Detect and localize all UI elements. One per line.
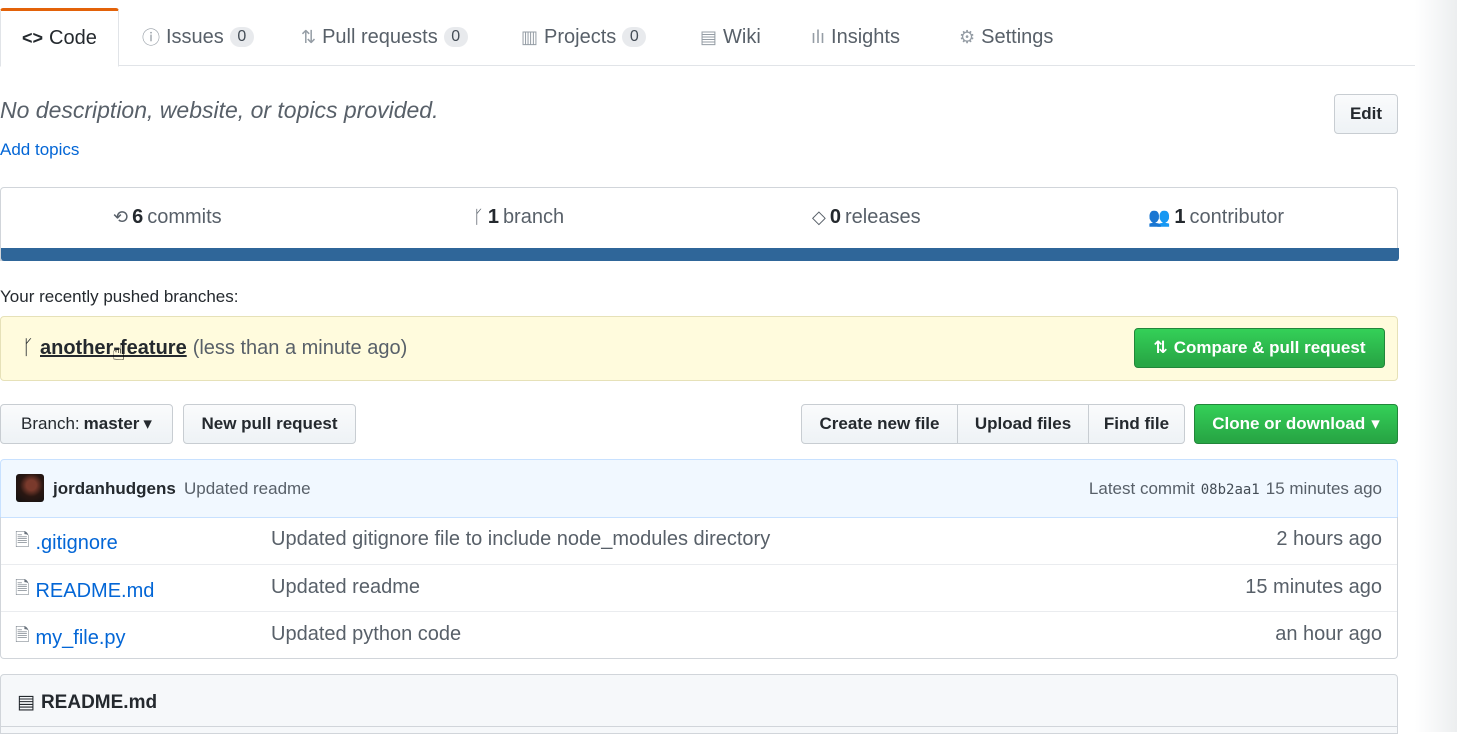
repo-stats: ⟲ 6 commits ᚴ 1 branch ◇ 0 releases 👥 1 …: [0, 187, 1399, 261]
tab-label: Wiki: [723, 25, 761, 48]
graph-icon: ılı: [811, 26, 826, 47]
branch-select-button[interactable]: Branch: master ▾: [0, 404, 173, 444]
file-commit-message[interactable]: Updated gitignore file to include node_m…: [271, 528, 770, 551]
file-commit-message[interactable]: Updated python code: [271, 623, 461, 646]
branch-name: master: [83, 414, 140, 433]
releases-label: releases: [844, 206, 921, 228]
add-topics-link[interactable]: Add topics: [0, 140, 79, 160]
repo-description: No description, website, or topics provi…: [0, 97, 439, 123]
commit-sha[interactable]: 08b2aa1: [1201, 482, 1260, 498]
history-icon: ⟲: [113, 207, 129, 227]
branch-icon: ᚴ: [22, 337, 34, 359]
tab-label: Insights: [831, 25, 900, 48]
book-icon: ▤: [700, 26, 718, 47]
commits-label: commits: [147, 206, 222, 228]
file-link[interactable]: my_file.py: [35, 627, 125, 650]
project-icon: ▥: [521, 26, 539, 47]
readme-divider: [0, 726, 1398, 727]
book-icon: ▤: [17, 692, 35, 713]
pull-request-icon: ⇅: [1153, 338, 1168, 357]
commit-time: 15 minutes ago: [1265, 479, 1382, 498]
tab-projects[interactable]: ▥ Projects 0: [500, 8, 667, 66]
avatar[interactable]: [16, 474, 44, 502]
recent-branch-time: (less than a minute ago): [192, 337, 408, 359]
compare-pull-request-button[interactable]: ⇅ Compare & pull request: [1134, 328, 1385, 368]
file-list: 🗎 .gitignore Updated gitignore file to i…: [0, 517, 1398, 659]
issues-counter: 0: [229, 27, 254, 47]
tab-issues[interactable]: ⓘ Issues 0: [121, 8, 275, 66]
pull-requests-counter: 0: [443, 27, 468, 47]
commits-count: 6: [132, 206, 144, 228]
caret-down-icon: ▾: [1371, 414, 1380, 433]
commits-stat[interactable]: ⟲ 6 commits: [113, 206, 222, 229]
create-new-file-button[interactable]: Create new file: [801, 404, 958, 444]
file-link[interactable]: README.md: [35, 580, 154, 603]
recent-branch-info: ᚴ another-feature (less than a minute ag…: [22, 337, 407, 360]
page-edge-shade: [1415, 0, 1457, 732]
tab-settings[interactable]: ⚙ Settings: [938, 8, 1074, 66]
releases-stat[interactable]: ◇ 0 releases: [812, 206, 921, 229]
file-icon: 🗎: [15, 530, 30, 550]
tab-wiki[interactable]: ▤ Wiki: [679, 8, 782, 66]
file-icon: 🗎: [15, 578, 30, 598]
file-name[interactable]: 🗎 README.md: [15, 576, 154, 606]
readme-filename: README.md: [40, 691, 158, 713]
repo-nav: <> Code ⓘ Issues 0 ⇅ Pull requests 0 ▥ P…: [0, 0, 1415, 67]
commit-author[interactable]: jordanhudgens: [53, 479, 176, 499]
file-link[interactable]: .gitignore: [35, 532, 117, 555]
file-row: 🗎 .gitignore Updated gitignore file to i…: [1, 517, 1397, 564]
branch-icon: ᚴ: [473, 207, 484, 227]
recent-branches-label: Your recently pushed branches:: [0, 287, 239, 306]
file-age: an hour ago: [1275, 623, 1382, 645]
tab-code[interactable]: <> Code: [0, 8, 119, 67]
file-commit-message[interactable]: Updated readme: [271, 576, 420, 599]
tag-icon: ◇: [812, 207, 826, 227]
clone-or-download-button[interactable]: Clone or download ▾: [1194, 404, 1398, 444]
tab-insights[interactable]: ılı Insights: [790, 8, 921, 66]
tab-pull-requests[interactable]: ⇅ Pull requests 0: [280, 8, 489, 66]
new-pull-request-button[interactable]: New pull request: [183, 404, 356, 444]
hand-cursor-icon: ☝: [112, 340, 126, 365]
branch-prefix: Branch:: [21, 414, 80, 433]
language-bar[interactable]: [1, 248, 1399, 261]
file-icon: 🗎: [15, 625, 30, 645]
projects-counter: 0: [622, 27, 647, 47]
file-age: 15 minutes ago: [1245, 576, 1382, 598]
file-name[interactable]: 🗎 .gitignore: [15, 528, 118, 558]
contributor-count: 1: [1174, 206, 1186, 228]
compare-label: Compare & pull request: [1173, 338, 1366, 357]
file-age: 2 hours ago: [1276, 528, 1382, 550]
readme-header: ▤ README.md: [0, 674, 1398, 734]
people-icon: 👥: [1148, 207, 1171, 227]
tab-label: Issues: [166, 25, 224, 48]
tab-label: Code: [49, 27, 97, 49]
file-name[interactable]: 🗎 my_file.py: [15, 623, 126, 653]
find-file-button[interactable]: Find file: [1088, 404, 1185, 444]
branch-label: branch: [502, 206, 565, 228]
latest-commit-info: Latest commit 08b2aa1 15 minutes ago: [1089, 479, 1382, 499]
releases-count: 0: [829, 206, 841, 228]
branch-stat[interactable]: ᚴ 1 branch: [473, 206, 564, 229]
clone-label: Clone or download: [1212, 414, 1366, 433]
contributor-label: contributor: [1189, 206, 1285, 228]
contributor-stat[interactable]: 👥 1 contributor: [1148, 206, 1284, 229]
edit-button[interactable]: Edit: [1334, 94, 1398, 134]
caret-down-icon: ▾: [143, 414, 152, 433]
file-row: 🗎 README.md Updated readme 15 minutes ag…: [1, 564, 1397, 611]
tab-label: Pull requests: [322, 25, 438, 48]
pull-request-icon: ⇅: [301, 26, 317, 47]
gear-icon: ⚙: [959, 26, 976, 47]
tab-label: Settings: [981, 25, 1054, 48]
readme-title: ▤ README.md: [17, 691, 157, 714]
latest-commit-label: Latest commit: [1088, 479, 1195, 498]
commit-message[interactable]: Updated readme: [184, 479, 311, 499]
tab-label: Projects: [544, 25, 617, 48]
issue-icon: ⓘ: [142, 28, 160, 48]
branch-count: 1: [487, 206, 499, 228]
latest-commit-bar: jordanhudgens Updated readme Latest comm…: [0, 459, 1398, 518]
file-row: 🗎 my_file.py Updated python code an hour…: [1, 611, 1397, 658]
code-icon: <>: [22, 28, 44, 48]
upload-files-button[interactable]: Upload files: [957, 404, 1089, 444]
